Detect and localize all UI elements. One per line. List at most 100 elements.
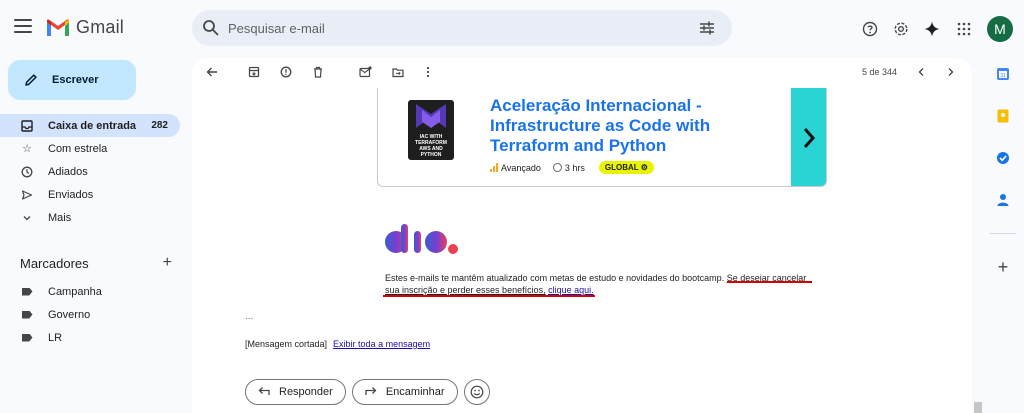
course-meta: Avançado 3 hrs GLOBAL ⚙ (490, 161, 654, 174)
report-spam-icon[interactable] (278, 64, 294, 80)
chevron-right-icon (803, 127, 815, 148)
more-options-icon[interactable] (420, 64, 436, 80)
chevron-down-icon (20, 211, 34, 225)
course-arrow-button[interactable] (791, 88, 826, 186)
compose-button[interactable]: Escrever (8, 60, 136, 100)
mark-unread-icon[interactable] (357, 64, 373, 80)
unsubscribe-link[interactable]: clique aqui. (548, 285, 594, 295)
search-input[interactable] (228, 20, 668, 36)
email-view: 5 de 344 IAC WITH TERRAFORM AWS AND PYTH… (192, 58, 972, 413)
compose-label: Escrever (52, 74, 99, 86)
account-avatar[interactable]: M (987, 16, 1013, 42)
apps-grid-icon[interactable] (954, 19, 974, 39)
search-icon[interactable] (202, 19, 220, 37)
trimmed-content-dots[interactable]: ... (245, 311, 253, 322)
main-menu-icon[interactable] (14, 19, 32, 35)
sidebar-item-label: Caixa de entrada (48, 119, 137, 132)
sidebar-item-label: Com estrela (48, 142, 108, 155)
dio-logo (384, 222, 464, 259)
emoji-reaction-button[interactable] (463, 379, 490, 405)
gmail-logo[interactable]: Gmail (46, 17, 124, 38)
app-name: Gmail (76, 17, 125, 37)
forward-label: Encaminhar (385, 386, 445, 398)
search-options-icon[interactable] (698, 19, 716, 37)
course-title[interactable]: Aceleração Internacional - Infrastructur… (490, 96, 780, 156)
sidebar-item-inbox[interactable]: Caixa de entrada 282 (0, 114, 180, 137)
email-footer-text: Estes e-mails te mantêm atualizado com m… (385, 272, 855, 296)
scrollbar-thumb[interactable] (974, 402, 982, 413)
svg-text:31: 31 (1000, 73, 1006, 79)
calendar-app-icon[interactable]: 31 (995, 66, 1011, 82)
label-tag-icon (20, 285, 34, 299)
labels-title: Marcadores (20, 255, 89, 271)
course-thumb-text: IAC WITH TERRAFORM AWS AND PYTHON (415, 134, 447, 158)
smiley-icon (470, 385, 483, 399)
move-to-icon[interactable] (390, 64, 406, 80)
label-item-governo[interactable]: Governo (0, 303, 180, 326)
pencil-icon (25, 74, 37, 86)
labels-header: Marcadores + (20, 254, 172, 272)
label-name: Campanha (48, 285, 102, 298)
forward-arrow-icon (365, 385, 377, 399)
older-chevron-icon[interactable] (943, 64, 959, 80)
sidebar-nav: Caixa de entrada 282 ☆ Com estrela Adiad… (0, 114, 180, 229)
label-tag-icon (20, 331, 34, 345)
red-annotation-line (727, 281, 812, 283)
labels-list: Campanha Governo LR (0, 280, 180, 349)
inbox-icon (20, 119, 34, 133)
level-bars-icon (490, 163, 499, 172)
email-toolbar: 5 de 344 (192, 58, 972, 86)
tasks-app-icon[interactable] (995, 150, 1011, 166)
message-clipped-text: [Mensagem cortada] (245, 339, 328, 349)
top-bar: Gmail M (0, 0, 1024, 58)
sidebar-item-label: Mais (48, 211, 72, 224)
add-label-icon[interactable]: + (163, 254, 172, 272)
label-name: LR (48, 331, 63, 344)
keep-app-icon[interactable] (995, 108, 1011, 124)
clock-icon (20, 165, 34, 179)
course-level: Avançado (501, 162, 541, 173)
send-icon (20, 188, 34, 202)
global-badge: GLOBAL ⚙ (598, 161, 654, 174)
course-logo-icon (416, 104, 446, 128)
pagination-count: 5 de 344 (862, 67, 898, 77)
rail-divider (990, 233, 1016, 234)
view-entire-message-link[interactable]: Exibir toda a mensagem (333, 339, 430, 349)
label-name: Governo (48, 308, 91, 321)
sidebar-item-label: Adiados (48, 165, 88, 178)
search-bar[interactable] (192, 10, 732, 46)
settings-gear-icon[interactable] (891, 19, 911, 39)
sidebar-item-more[interactable]: Mais (0, 206, 180, 229)
course-card[interactable]: IAC WITH TERRAFORM AWS AND PYTHON Aceler… (377, 88, 827, 187)
global-badge-label: GLOBAL (604, 163, 639, 172)
course-thumbnail: IAC WITH TERRAFORM AWS AND PYTHON (408, 100, 454, 160)
footer-plain: Estes e-mails te mantêm atualizado com m… (385, 273, 725, 283)
archive-icon[interactable] (246, 64, 262, 80)
label-item-campanha[interactable]: Campanha (0, 280, 180, 303)
sidebar-item-snoozed[interactable]: Adiados (0, 160, 180, 183)
sidebar-item-label: Enviados (48, 188, 94, 201)
footer-underlined-2: sua inscrição e perder esses benefícios, (385, 285, 546, 295)
contacts-app-icon[interactable] (995, 192, 1011, 208)
message-clipped-notice: [Mensagem cortada] Exibir toda a mensagem (245, 339, 430, 349)
reply-label: Responder (279, 386, 333, 398)
label-item-lr[interactable]: LR (0, 326, 180, 349)
sidebar-item-sent[interactable]: Enviados (0, 183, 180, 206)
star-icon: ☆ (22, 143, 32, 155)
reply-button[interactable]: Responder (245, 379, 346, 405)
red-annotation-line (383, 295, 595, 297)
help-icon[interactable] (860, 19, 880, 39)
unread-count: 282 (151, 120, 168, 131)
label-tag-icon (20, 308, 34, 322)
gemini-sparkle-icon[interactable] (922, 19, 942, 39)
course-duration: 3 hrs (564, 162, 585, 173)
back-arrow-icon[interactable] (204, 64, 220, 80)
newer-chevron-icon[interactable] (913, 64, 929, 80)
delete-trash-icon[interactable] (310, 64, 326, 80)
reply-actions: Responder Encaminhar (245, 379, 490, 405)
forward-button[interactable]: Encaminhar (351, 379, 458, 405)
gmail-m-icon (47, 18, 69, 36)
add-addon-icon[interactable]: + (995, 257, 1011, 277)
sidebar-item-starred[interactable]: ☆ Com estrela (0, 137, 180, 160)
reply-arrow-icon (258, 385, 270, 399)
